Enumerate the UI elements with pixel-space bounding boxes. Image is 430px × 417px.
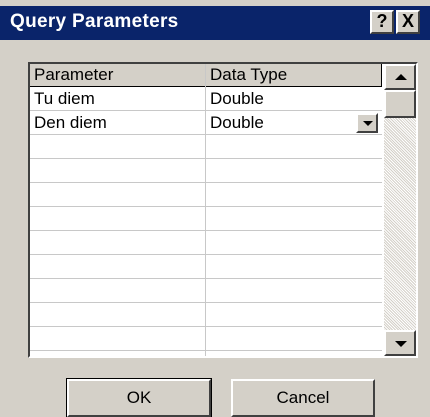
arrow-up-icon [395, 74, 407, 80]
column-header-data-type[interactable]: Data Type [206, 64, 382, 87]
title-bar: Query Parameters ? X [0, 6, 430, 40]
cancel-button[interactable]: Cancel [231, 379, 375, 417]
dialog-title: Query Parameters [10, 11, 179, 32]
table-row[interactable]: Tu diem Double [30, 87, 382, 111]
table-row[interactable] [30, 303, 382, 327]
close-button[interactable]: X [396, 10, 420, 34]
arrow-down-icon [395, 341, 407, 347]
column-header-parameter[interactable]: Parameter [30, 64, 206, 87]
table-row[interactable]: Den diem Double [30, 111, 382, 135]
table-row[interactable] [30, 135, 382, 159]
table-row[interactable] [30, 159, 382, 183]
ok-button[interactable]: OK [66, 378, 212, 417]
table-row[interactable] [30, 255, 382, 279]
grid-body: Parameter Data Type Tu diem Double Den d… [30, 64, 382, 356]
scrollbar-thumb[interactable] [384, 90, 416, 118]
scroll-down-button[interactable] [384, 330, 416, 356]
parameters-grid: Parameter Data Type Tu diem Double Den d… [28, 62, 418, 358]
data-type-dropdown-button[interactable] [356, 113, 378, 133]
data-type-cell[interactable]: Double [206, 87, 382, 111]
vertical-scrollbar[interactable] [384, 64, 416, 356]
help-button[interactable]: ? [370, 10, 394, 34]
table-row[interactable] [30, 231, 382, 255]
parameter-cell[interactable]: Tu diem [30, 87, 205, 111]
table-row[interactable] [30, 207, 382, 231]
query-parameters-dialog: Query Parameters ? X Parameter Data Type… [0, 0, 430, 417]
table-row[interactable] [30, 183, 382, 207]
parameter-cell[interactable]: Den diem [30, 111, 205, 135]
scroll-up-button[interactable] [384, 64, 416, 90]
table-row[interactable] [30, 279, 382, 303]
table-row[interactable] [30, 327, 382, 351]
chevron-down-icon [363, 121, 373, 126]
